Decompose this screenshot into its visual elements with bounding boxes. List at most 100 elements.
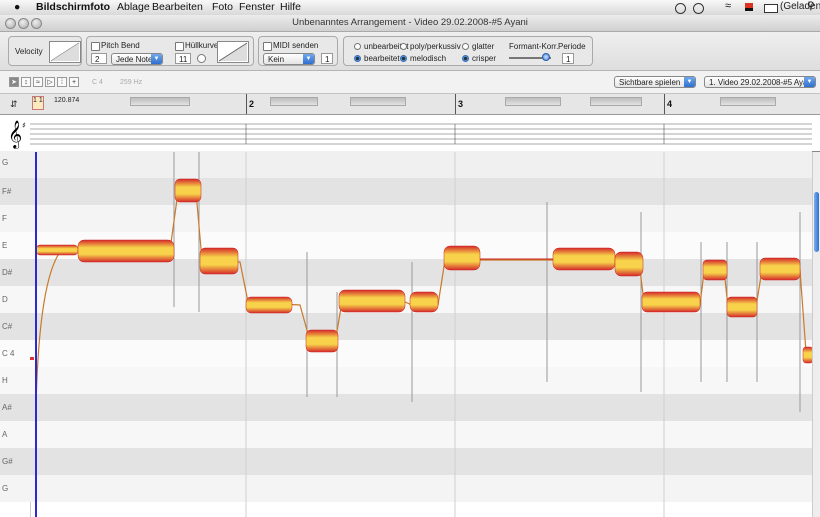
chevron-down-icon: ▼ xyxy=(684,77,695,87)
clock-icon[interactable] xyxy=(675,3,686,14)
wifi-icon[interactable]: ≈ xyxy=(725,0,731,12)
formant-slider-thumb[interactable] xyxy=(542,53,550,61)
zoom-icon[interactable]: + xyxy=(69,77,79,87)
battery-icon[interactable] xyxy=(764,4,778,13)
bar-line-2 xyxy=(246,94,247,114)
note-blob[interactable] xyxy=(35,244,79,256)
huellkurve-curve[interactable] xyxy=(217,41,249,63)
radio-poly-label: poly/perkussiv xyxy=(410,42,461,51)
periode-value[interactable]: 1 xyxy=(562,53,574,64)
menu-ablage[interactable]: Ablage xyxy=(117,1,150,13)
note-blob[interactable] xyxy=(305,329,339,353)
periode-label: Periode xyxy=(558,42,586,51)
formant-tool-icon[interactable]: ≈ xyxy=(33,77,43,87)
radio-bearbeitet[interactable] xyxy=(354,55,361,62)
note-blob[interactable] xyxy=(726,296,758,318)
radio-crisper-label: crisper xyxy=(472,54,497,63)
pitchbend-mode-select[interactable]: Jede Note ▼ xyxy=(111,53,163,65)
arrow-tool-icon[interactable]: ➤ xyxy=(9,77,19,87)
midi-label: MIDI senden xyxy=(273,41,319,50)
midi-checkbox[interactable] xyxy=(263,42,272,51)
tempo-icon: ⇵ xyxy=(10,99,18,109)
note-blob[interactable] xyxy=(338,289,406,313)
pitchbend-checkbox[interactable] xyxy=(91,42,100,51)
note-blob[interactable] xyxy=(199,247,239,275)
vertical-scrollbar[interactable] xyxy=(812,152,820,517)
pitchbend-value[interactable]: 2 xyxy=(91,53,107,64)
midi-channel[interactable]: 1 xyxy=(321,53,333,64)
note-blob[interactable] xyxy=(409,291,439,313)
menu-bar: ● Bildschirmfoto Ablage Bearbeiten Foto … xyxy=(0,0,820,16)
bar-number-3: 3 xyxy=(458,99,464,109)
radio-melodisch[interactable] xyxy=(400,55,407,62)
notation-staff: 𝄞 ♯ xyxy=(0,115,820,152)
note-blob[interactable] xyxy=(759,257,801,281)
ruler-track: 2 3 4 xyxy=(30,94,818,114)
note-blob[interactable] xyxy=(77,239,175,263)
velocity-group: Velocity xyxy=(8,36,82,66)
bar-ruler[interactable]: ⇵ 1 1 120.874 2 3 4 xyxy=(0,94,820,115)
radio-glatter[interactable] xyxy=(462,43,469,50)
track-select-text: 1. Video 29.02.2008-#5 Ayani xyxy=(709,78,814,87)
ruler-block xyxy=(130,97,190,106)
midi-select-text: Kein xyxy=(268,55,285,64)
note-blob[interactable] xyxy=(443,245,481,271)
scissors-tool-icon[interactable]: ⁞ xyxy=(57,77,67,87)
midi-group: MIDI senden Kein ▼ 1 xyxy=(258,36,338,66)
huellkurve-label: Hüllkurve xyxy=(185,41,219,50)
flag-icon[interactable] xyxy=(745,3,753,11)
note-blob[interactable] xyxy=(174,178,202,203)
radio-poly[interactable] xyxy=(400,43,407,50)
huellkurve-value[interactable]: 11 xyxy=(175,53,191,64)
pitch-editor[interactable]: G F# F E D# D C# C 4 H A# A G# G xyxy=(0,151,820,517)
note-blob[interactable] xyxy=(245,296,293,314)
search-icon[interactable]: ⚲ xyxy=(807,0,815,12)
ruler-block xyxy=(350,97,406,106)
key-signature: ♯ xyxy=(22,121,26,130)
ruler-block xyxy=(270,97,318,106)
timemachine-icon[interactable] xyxy=(693,3,704,14)
pitch-tool-icon[interactable]: ↕ xyxy=(21,77,31,87)
pitchbend-label: Pitch Bend xyxy=(101,41,140,50)
menu-bearbeiten[interactable]: Bearbeiten xyxy=(152,1,203,13)
ruler-block xyxy=(720,97,776,106)
pitchbend-mode-text: Jede Note xyxy=(116,55,153,64)
scrollbar-thumb[interactable] xyxy=(814,192,819,252)
ruler-block xyxy=(505,97,561,106)
title-bar: Unbenanntes Arrangement - Video 29.02.20… xyxy=(0,15,820,32)
huellkurve-checkbox[interactable] xyxy=(175,42,184,51)
menu-fenster[interactable]: Fenster xyxy=(239,1,275,13)
radio-glatter-label: glatter xyxy=(472,42,495,51)
note-canvas[interactable] xyxy=(0,152,812,517)
radio-unbearbeitet[interactable] xyxy=(354,43,361,50)
note-blob[interactable] xyxy=(802,346,812,364)
treble-clef-icon: 𝄞 xyxy=(8,120,22,149)
window-title: Unbenanntes Arrangement - Video 29.02.20… xyxy=(292,17,528,28)
note-blob[interactable] xyxy=(614,251,644,277)
track-select[interactable]: 1. Video 29.02.2008-#5 Ayani ▼ xyxy=(704,76,816,88)
menu-hilfe[interactable]: Hilfe xyxy=(280,1,301,13)
ruler-block xyxy=(590,97,642,106)
playhead[interactable] xyxy=(35,152,37,517)
note-blob[interactable] xyxy=(641,291,701,313)
bar-line-3 xyxy=(455,94,456,114)
menu-app[interactable]: Bildschirmfoto xyxy=(36,1,110,13)
chevron-down-icon: ▼ xyxy=(804,77,815,87)
apple-icon[interactable]: ● xyxy=(14,1,20,13)
bar-line-4 xyxy=(664,94,665,114)
algorithm-group: unbearbeitet poly/perkussiv glatter bear… xyxy=(343,36,593,66)
freq-readout: 259 Hz xyxy=(120,79,143,86)
note-blob[interactable] xyxy=(702,259,728,281)
velocity-curve[interactable] xyxy=(49,41,81,63)
bar-number-4: 4 xyxy=(667,99,673,109)
menu-foto[interactable]: Foto xyxy=(212,1,233,13)
radio-crisper[interactable] xyxy=(462,55,469,62)
note-blob[interactable] xyxy=(552,247,616,271)
timing-tool-icon[interactable]: ▷ xyxy=(45,77,55,87)
play-mode-select[interactable]: Sichtbare spielen ▼ xyxy=(614,76,696,88)
radio-melodisch-label: melodisch xyxy=(410,54,447,63)
radio-bearbeitet-label: bearbeitet xyxy=(364,54,400,63)
huellkurve-knob[interactable] xyxy=(197,54,206,63)
midi-select[interactable]: Kein ▼ xyxy=(263,53,315,65)
c4-marker xyxy=(30,357,34,360)
